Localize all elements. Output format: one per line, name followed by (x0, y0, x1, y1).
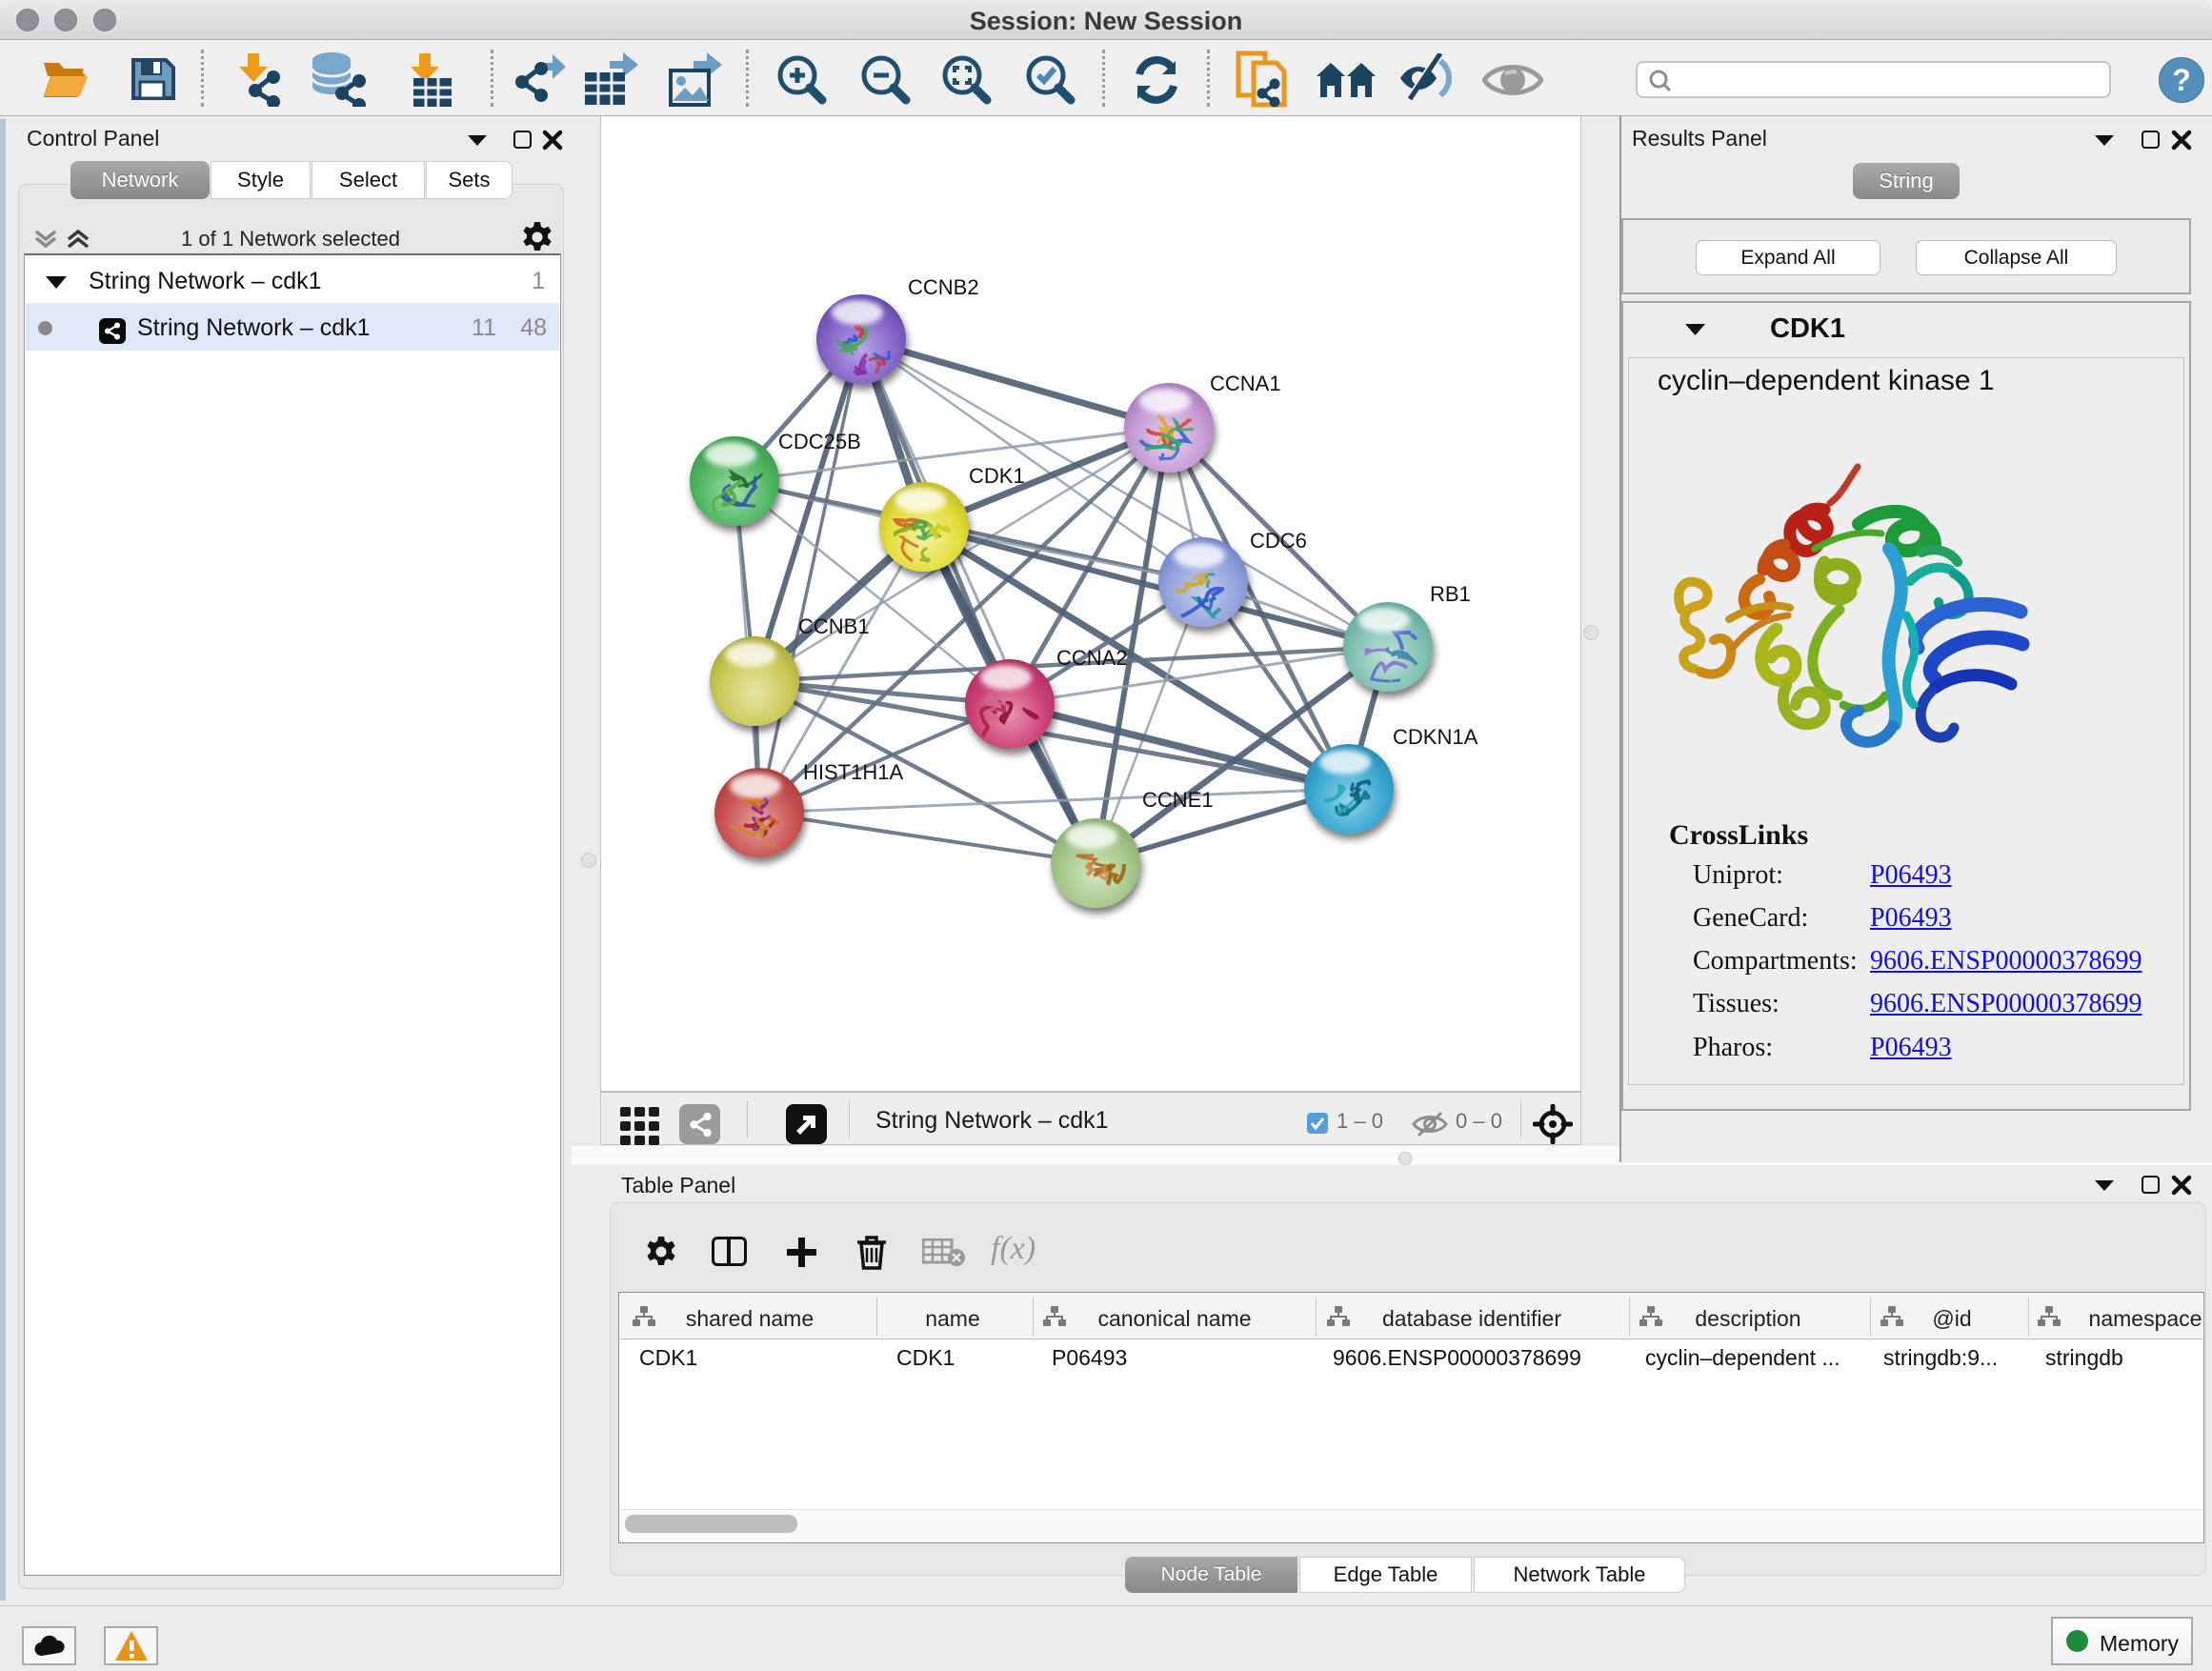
svg-text:CCNB1: CCNB1 (798, 614, 870, 638)
svg-text:HIST1H1A: HIST1H1A (803, 760, 903, 784)
svg-text:CCNE1: CCNE1 (1142, 788, 1214, 812)
svg-text:CDK1: CDK1 (969, 464, 1025, 488)
svg-text:CDC6: CDC6 (1250, 529, 1307, 553)
svg-text:CCNB2: CCNB2 (908, 275, 979, 299)
svg-text:CDC25B: CDC25B (778, 430, 861, 453)
svg-text:RB1: RB1 (1430, 582, 1471, 606)
svg-text:CDKN1A: CDKN1A (1393, 725, 1478, 749)
svg-text:CCNA2: CCNA2 (1056, 646, 1128, 670)
svg-text:CCNA1: CCNA1 (1210, 372, 1281, 395)
